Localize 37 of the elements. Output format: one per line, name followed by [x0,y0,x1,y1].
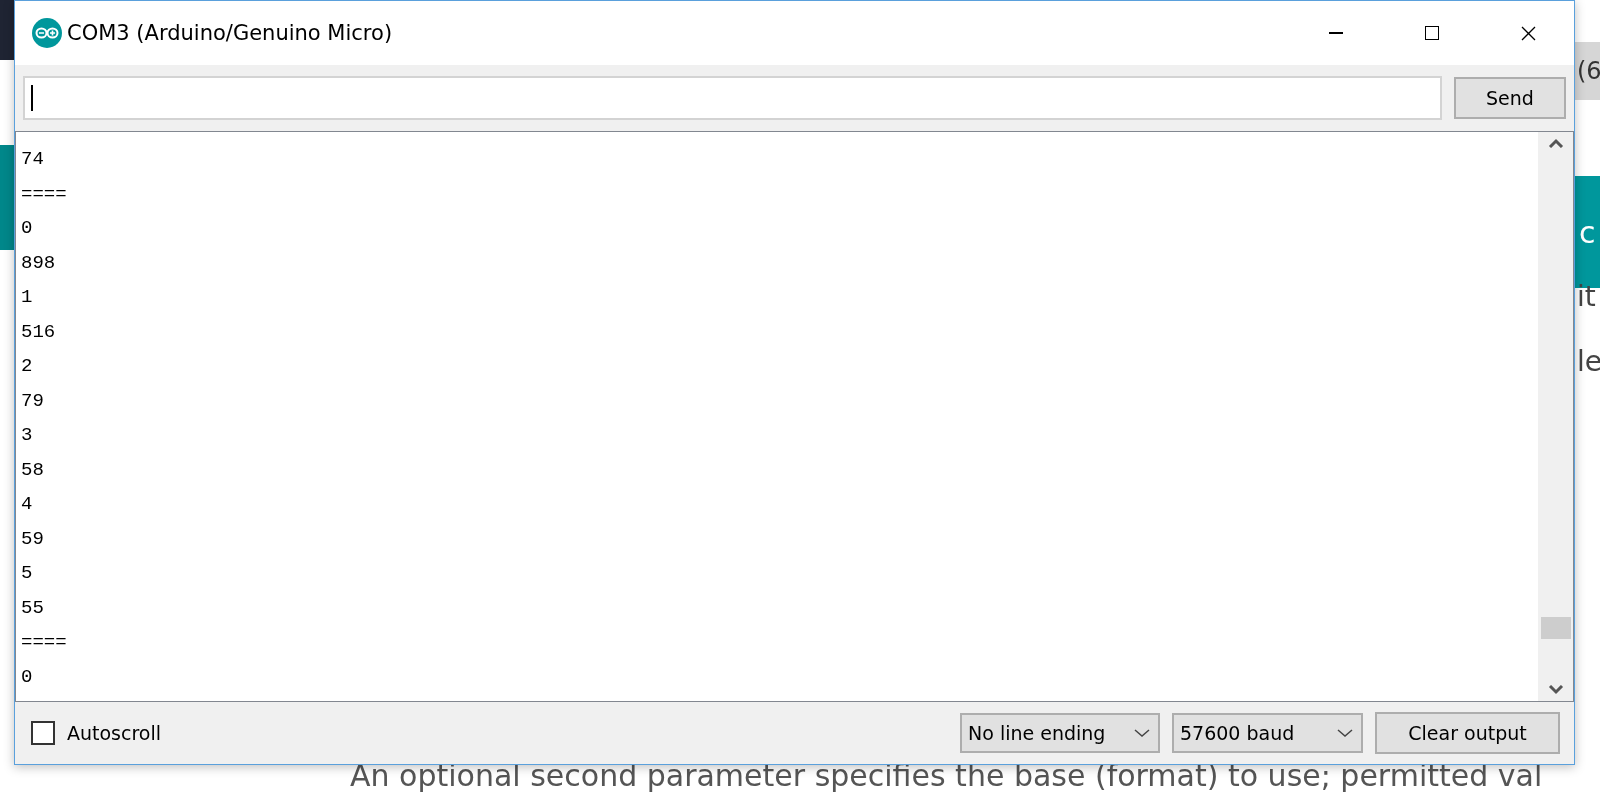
output-line: 55 [21,595,45,621]
clear-output-button[interactable]: Clear output [1375,712,1560,754]
maximize-icon [1425,26,1439,40]
output-line: ==== [21,630,68,655]
output-line: 516 [21,319,57,345]
output-line: 79 [21,388,45,414]
scroll-down-icon[interactable] [1547,685,1564,695]
output-line: 2 [21,354,34,379]
close-icon [1520,25,1536,41]
minimize-icon [1329,32,1343,34]
caret-icon [1337,728,1353,738]
autoscroll-checkbox[interactable] [31,721,55,745]
window-title: COM3 (Arduino/Genuino Micro) [67,21,394,45]
output-line: 1 [21,285,34,310]
send-button[interactable]: Send [1454,77,1566,119]
output-line: 3 [21,423,34,448]
background-panel [0,0,14,60]
send-input-field[interactable] [23,76,1442,120]
output-line: 0 [21,664,34,690]
caret-icon [1134,728,1150,738]
output-line: 5 [21,561,34,586]
output-line: ==== [21,181,68,207]
scrollbar[interactable] [1538,132,1573,701]
page-text: le [1577,345,1600,378]
line-ending-dropdown[interactable]: No line ending [960,713,1160,753]
output-line: 74 [21,147,45,172]
scrollbar-thumb[interactable] [1540,617,1571,639]
output-line: 898 [21,250,57,276]
page-text: An optional second parameter specifies the base (format) to use; permitted val [350,758,1543,793]
autoscroll-label: Autoscroll [67,722,163,744]
output-line: 58 [21,457,45,483]
scroll-up-icon[interactable] [1547,138,1564,148]
baud-rate-dropdown[interactable]: 57600 baud [1172,713,1363,753]
output-line: 59 [21,526,45,552]
infinity-logo-icon [31,17,63,49]
output-line: 0 [21,216,34,241]
output-line: 4 [21,492,34,517]
